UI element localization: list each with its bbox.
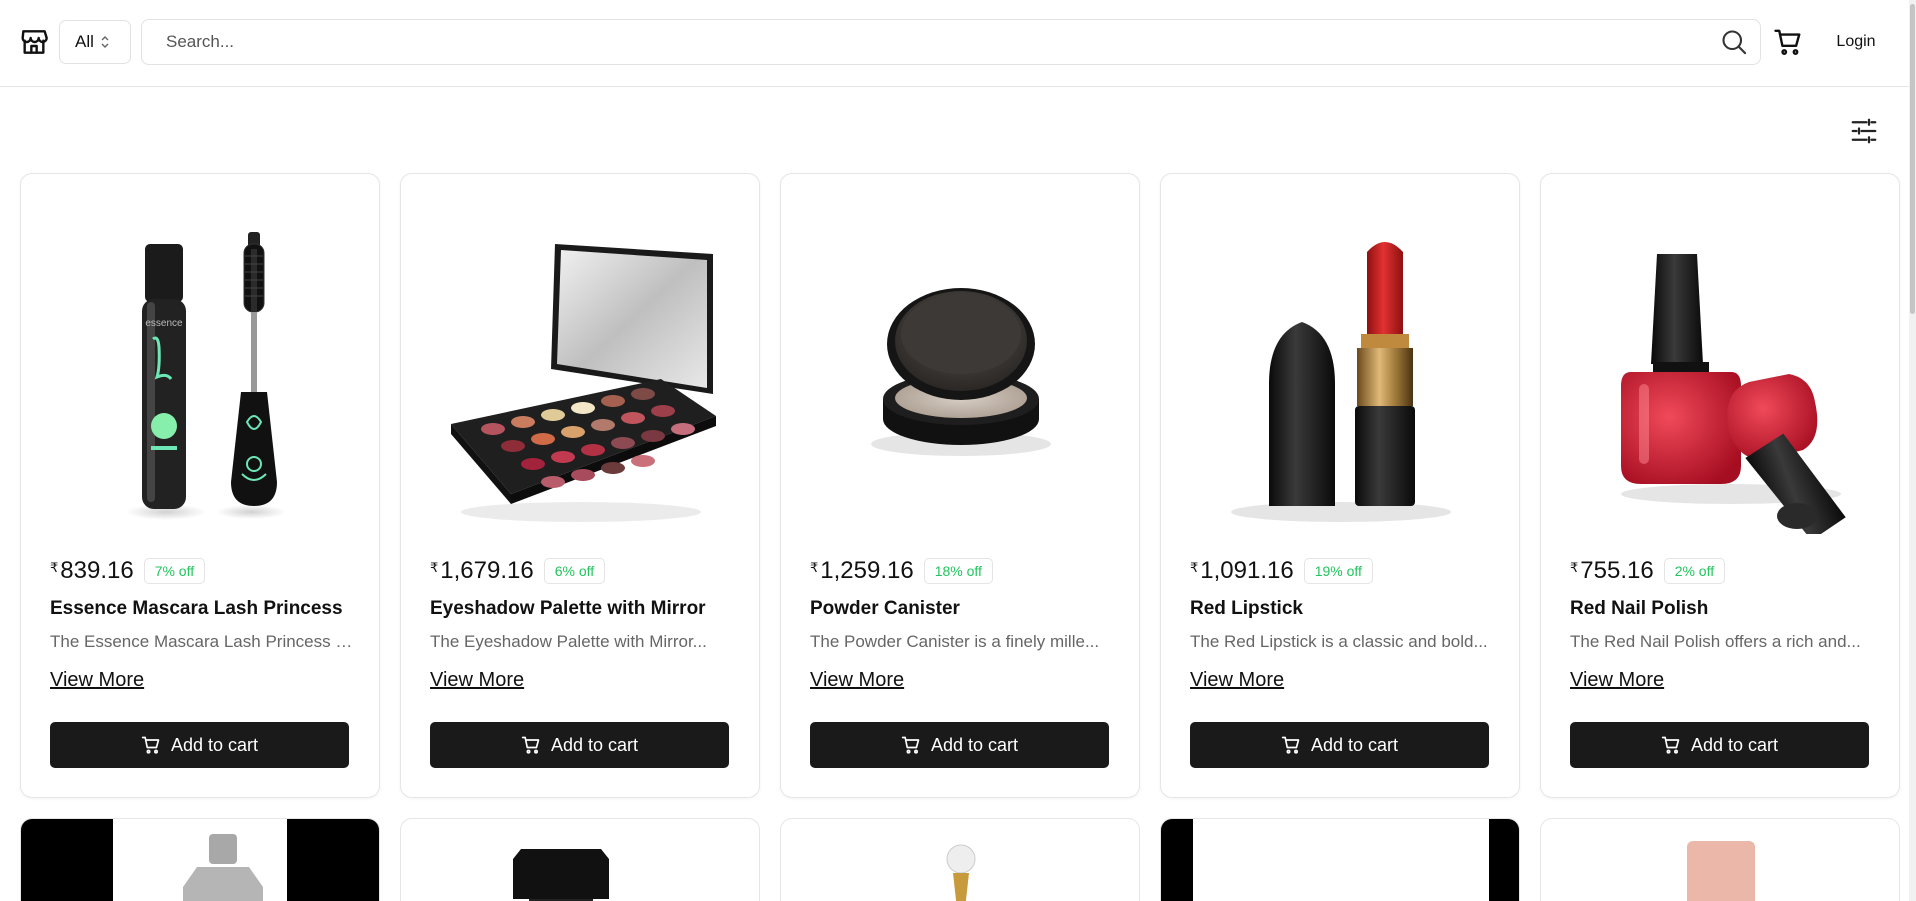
price-row: ₹ 1,259.16 18% off [810,557,993,585]
product-card[interactable]: ₹ 755.16 2% off Red Nail Polish The Red … [1540,173,1900,798]
product-card[interactable] [400,818,760,901]
product-card[interactable]: essence ₹ 839.16 7% off Essence Mascara … [20,173,380,798]
add-to-cart-label: Add to cart [550,734,639,755]
product-image-mascara[interactable]: essence [41,194,361,534]
category-select[interactable]: All [59,20,131,64]
login-button[interactable]: Login [1826,28,1886,56]
store-icon[interactable] [18,26,50,58]
add-to-cart-label: Add to cart [170,734,259,755]
product-title[interactable]: Red Lipstick [1190,598,1303,620]
discount-badge: 7% off [143,558,206,584]
view-more-link[interactable]: View More [430,669,524,692]
price-row: ₹ 1,091.16 19% off [1190,557,1373,585]
product-title[interactable]: Powder Canister [810,598,960,620]
product-image-nude-bottle[interactable] [1541,819,1900,901]
product-description: The Red Nail Polish offers a rich and... [1570,632,1861,651]
cart-icon [901,736,920,754]
view-more-link[interactable]: View More [810,669,904,692]
product-card[interactable] [1540,818,1900,901]
add-to-cart-button[interactable]: Add to cart [430,722,729,768]
add-to-cart-button[interactable]: Add to cart [1570,722,1869,768]
product-card[interactable]: ₹ 1,091.16 19% off Red Lipstick The Red … [1160,173,1520,798]
view-more-link[interactable]: View More [1190,669,1284,692]
product-description: The Powder Canister is a finely mille... [810,632,1100,651]
chevron-updown-icon [101,36,109,48]
currency-symbol: ₹ [1570,560,1579,575]
product-image-perfume-bottle[interactable] [21,819,380,901]
product-description: The Eyeshadow Palette with Mirror... [430,632,707,651]
product-description: The Essence Mascara Lash Princess is... [50,632,355,651]
price-row: ₹ 755.16 2% off [1570,557,1726,585]
product-image-eyeshadow-palette[interactable] [421,194,741,534]
price-row: ₹ 1,679.16 6% off [430,557,606,585]
add-to-cart-label: Add to cart [930,734,1019,755]
top-header: All Login [0,0,1916,87]
discount-badge: 2% off [1663,558,1726,584]
cart-icon [141,736,160,754]
product-image-perfume-yellow[interactable] [1161,819,1520,901]
product-image-perfume-gold[interactable] [781,819,1140,901]
add-to-cart-label: Add to cart [1690,734,1779,755]
page-scrollbar[interactable] [1909,0,1916,901]
add-to-cart-label: Add to cart [1310,734,1399,755]
filter-icon[interactable] [1849,116,1879,146]
cart-icon [521,736,540,754]
product-image-perfume-black-cap[interactable] [401,819,760,901]
cart-icon [1661,736,1680,754]
product-price: 839.16 [60,557,134,584]
cart-icon [1281,736,1300,754]
add-to-cart-button[interactable]: Add to cart [50,722,349,768]
product-title[interactable]: Eyeshadow Palette with Mirror [430,598,706,620]
view-more-link[interactable]: View More [1570,669,1664,692]
currency-symbol: ₹ [50,560,59,575]
product-image-red-lipstick[interactable] [1181,194,1501,534]
product-image-red-nail-polish[interactable] [1561,194,1881,534]
product-card[interactable] [780,818,1140,901]
product-title[interactable]: Red Nail Polish [1570,598,1708,620]
discount-badge: 19% off [1303,558,1373,584]
product-price: 1,259.16 [820,557,914,584]
product-card[interactable]: ₹ 1,259.16 18% off Powder Canister The P… [780,173,1140,798]
add-to-cart-button[interactable]: Add to cart [810,722,1109,768]
price-row: ₹ 839.16 7% off [50,557,206,585]
product-image-powder-canister[interactable] [801,194,1121,534]
search-input[interactable] [142,20,1702,64]
product-title[interactable]: Essence Mascara Lash Princess [50,598,343,620]
category-select-value: All [75,32,94,51]
search-icon[interactable] [1720,28,1748,56]
product-card[interactable]: ₹ 1,679.16 6% off Eyeshadow Palette with… [400,173,760,798]
search-bar [141,19,1761,65]
mascara-logo-text: essence [145,318,183,329]
currency-symbol: ₹ [430,560,439,575]
product-card[interactable] [20,818,380,901]
product-card[interactable] [1160,818,1520,901]
product-price: 755.16 [1580,557,1654,584]
currency-symbol: ₹ [810,560,819,575]
product-description: The Red Lipstick is a classic and bold..… [1190,632,1488,651]
view-more-link[interactable]: View More [50,669,144,692]
currency-symbol: ₹ [1190,560,1199,575]
scrollbar-thumb[interactable] [1910,4,1915,314]
product-price: 1,091.16 [1200,557,1294,584]
cart-icon[interactable] [1773,27,1803,57]
add-to-cart-button[interactable]: Add to cart [1190,722,1489,768]
product-price: 1,679.16 [440,557,534,584]
discount-badge: 6% off [543,558,606,584]
discount-badge: 18% off [923,558,993,584]
